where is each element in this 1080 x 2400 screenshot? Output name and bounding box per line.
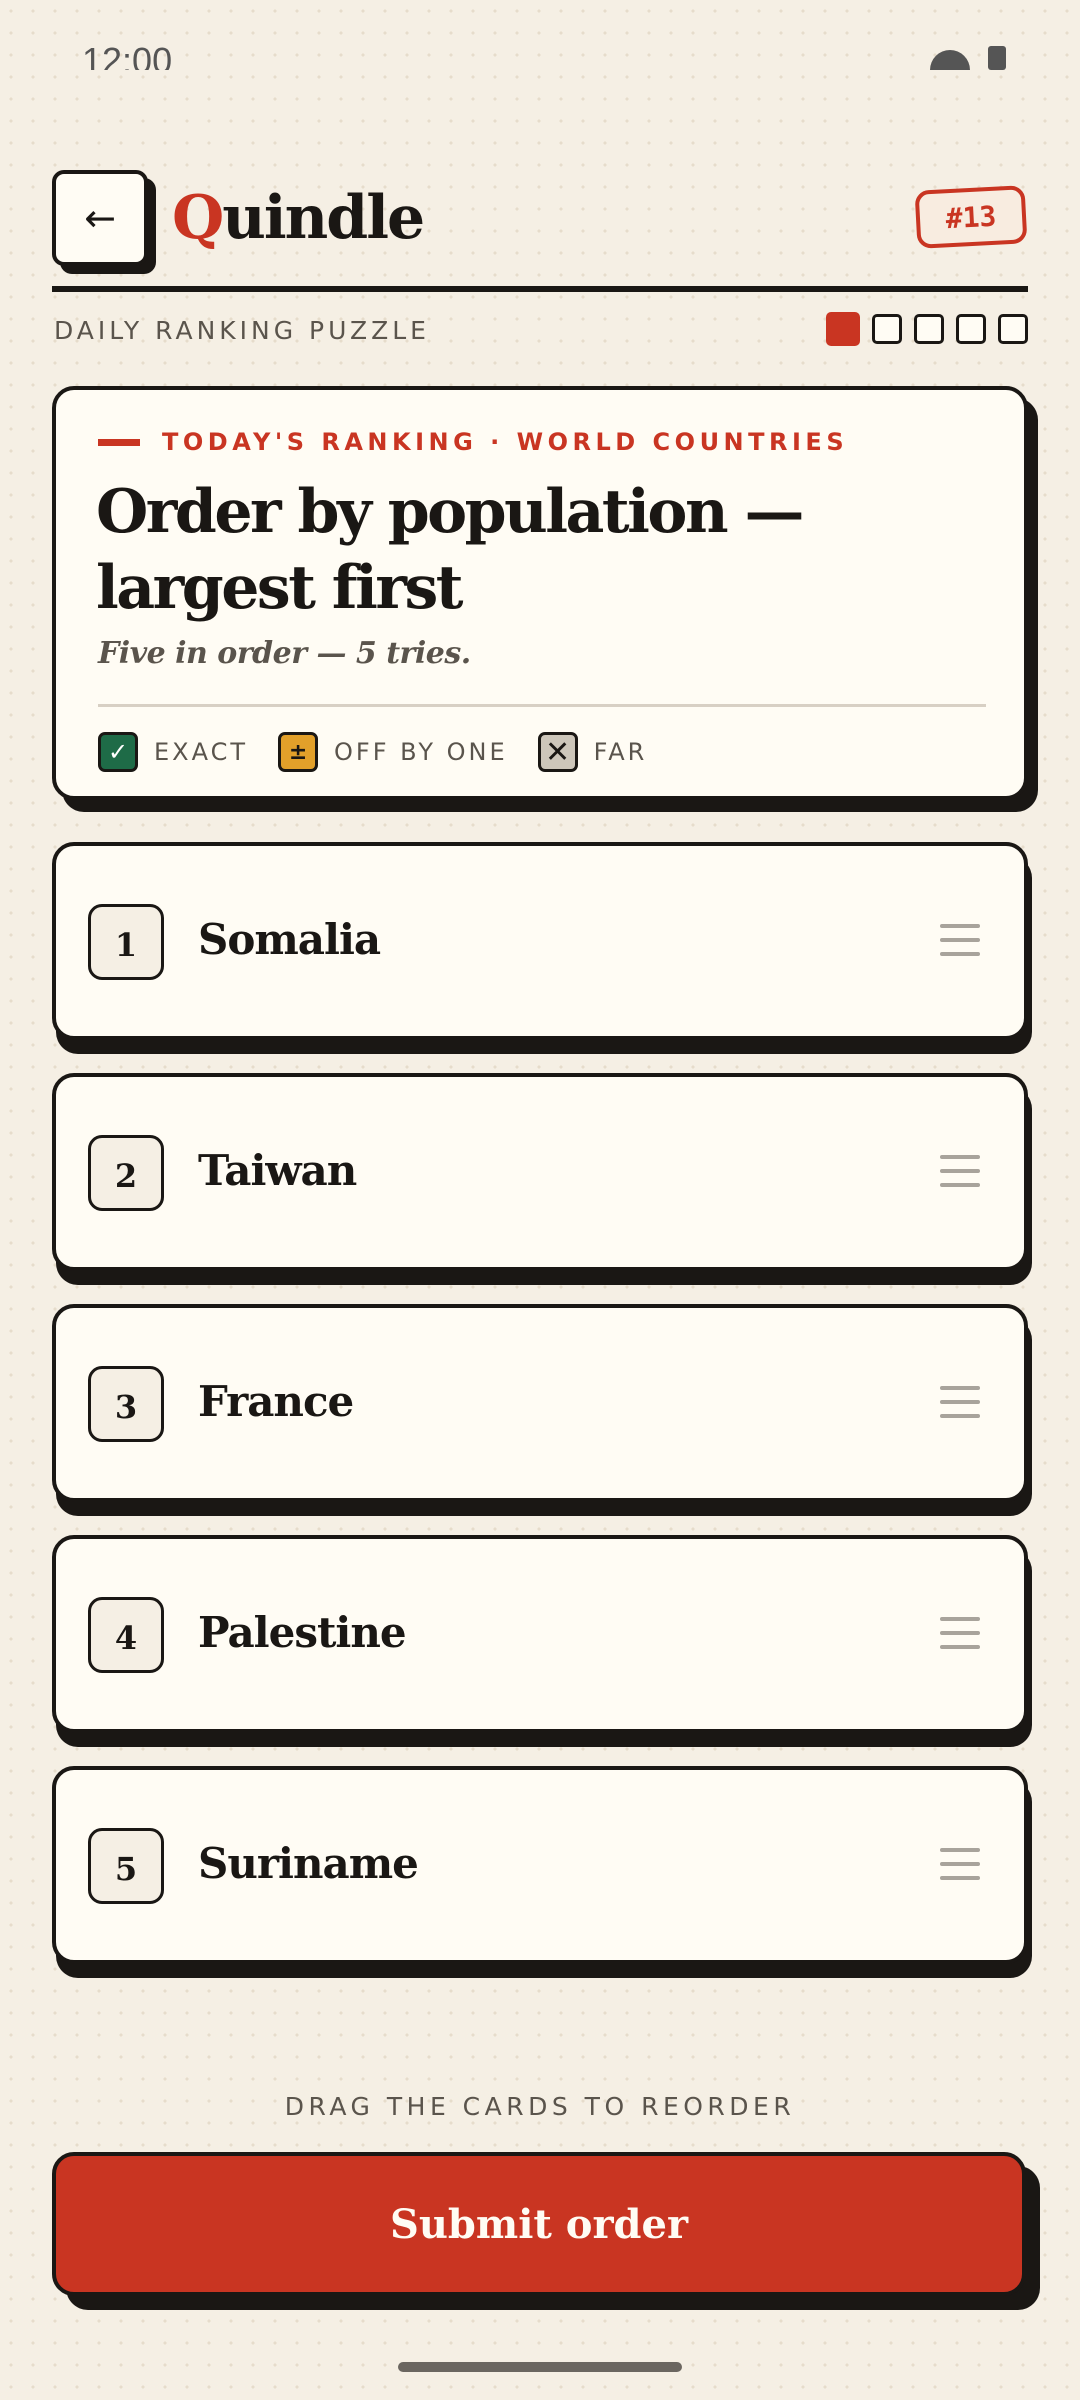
headline-highlight-text: first <box>331 553 464 623</box>
attempts-indicator <box>826 312 1028 346</box>
status-signal-icon <box>930 50 970 70</box>
attempt-box <box>872 314 902 344</box>
ranking-card[interactable]: 2 Taiwan <box>52 1073 1028 1271</box>
headline-highlight: first <box>323 550 466 626</box>
status-bar: 12:00 <box>0 0 1080 70</box>
attempt-box <box>998 314 1028 344</box>
status-icons <box>930 46 1006 70</box>
ranking-card[interactable]: 3 France <box>52 1304 1028 1502</box>
ranking-card[interactable]: 5 Suriname <box>52 1766 1028 1964</box>
ranking-card[interactable]: 1 Somalia <box>52 842 1028 1040</box>
legend-off-by-one: ± OFF BY ONE <box>278 732 508 772</box>
category-label: TODAY'S RANKING · WORLD COUNTRIES <box>162 428 849 456</box>
attempt-box-current <box>826 312 860 346</box>
legend-far: ✕ FAR <box>537 732 648 772</box>
cross-icon: ✕ <box>537 732 578 772</box>
arrow-left-icon: ← <box>84 196 116 240</box>
drag-handle-icon[interactable] <box>940 1848 980 1880</box>
check-icon: ✓ <box>98 732 138 772</box>
logo-initial: Q <box>172 183 224 253</box>
prompt-card: TODAY'S RANKING · WORLD COUNTRIES Order … <box>52 386 1028 800</box>
country-name: Somalia <box>198 915 381 964</box>
country-name: Suriname <box>198 1839 419 1888</box>
puzzle-tagline: Five in order — 5 tries. <box>98 636 471 671</box>
rank-number: 5 <box>88 1828 164 1904</box>
card-divider <box>98 704 986 707</box>
legend-label: EXACT <box>154 738 249 766</box>
drag-handle-icon[interactable] <box>940 1386 980 1418</box>
rank-number: 4 <box>88 1597 164 1673</box>
country-name: Taiwan <box>198 1146 357 1195</box>
category-eyebrow: TODAY'S RANKING · WORLD COUNTRIES <box>98 428 848 456</box>
rank-number: 3 <box>88 1366 164 1442</box>
app-logo: Quindle <box>172 178 425 258</box>
drag-handle-icon[interactable] <box>940 924 980 956</box>
drag-handle-icon[interactable] <box>940 1155 980 1187</box>
eyebrow-dash <box>98 438 140 446</box>
ranking-card[interactable]: 4 Palestine <box>52 1535 1028 1733</box>
back-button[interactable]: ← <box>52 170 148 266</box>
country-name: Palestine <box>198 1608 407 1657</box>
home-indicator[interactable] <box>398 2362 682 2372</box>
legend-label: FAR <box>593 738 648 766</box>
country-name: France <box>198 1377 354 1426</box>
puzzle-headline: Order by population — largest first <box>96 474 996 626</box>
rank-number: 1 <box>88 904 164 980</box>
battery-icon <box>988 46 1006 70</box>
page-subtitle: DAILY RANKING PUZZLE <box>54 316 430 345</box>
submit-order-button[interactable]: Submit order <box>52 2152 1026 2296</box>
plus-minus-icon: ± <box>278 732 319 772</box>
legend-exact: ✓ EXACT <box>98 732 248 772</box>
puzzle-number-badge: #13 <box>914 185 1028 249</box>
attempt-box <box>914 314 944 344</box>
rank-number: 2 <box>88 1135 164 1211</box>
reorder-hint: DRAG THE CARDS TO REORDER <box>284 2092 796 2121</box>
attempt-box <box>956 314 986 344</box>
header-divider <box>52 286 1028 292</box>
feedback-legend: ✓ EXACT ± OFF BY ONE ✕ FAR <box>98 732 677 772</box>
drag-handle-icon[interactable] <box>940 1617 980 1649</box>
status-time: 12:00 <box>82 40 173 70</box>
logo-rest: uindle <box>222 183 425 253</box>
legend-label: OFF BY ONE <box>334 738 508 766</box>
